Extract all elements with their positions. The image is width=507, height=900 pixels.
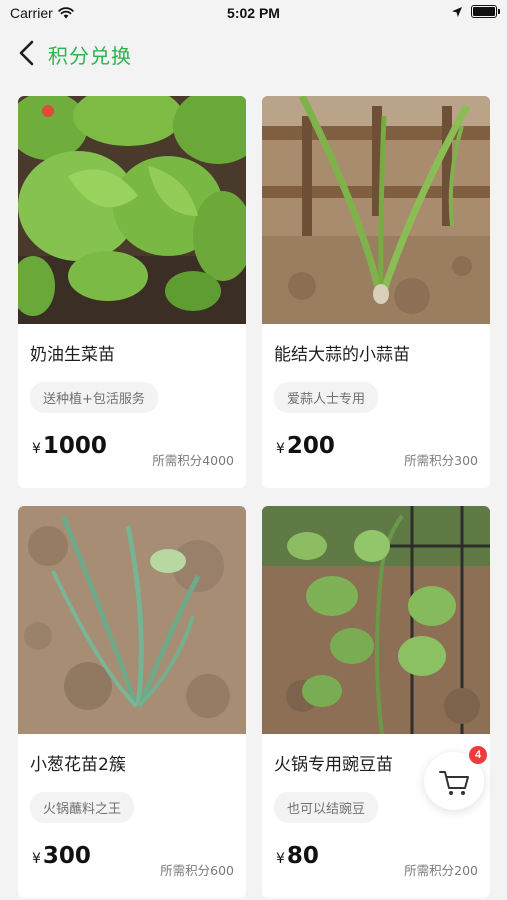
product-price: ¥1000 — [32, 433, 107, 459]
status-bar: Carrier 5:02 PM — [0, 0, 507, 28]
cart-badge: 4 — [469, 746, 487, 764]
product-name: 火锅专用豌豆苗 — [274, 755, 393, 775]
product-price: ¥80 — [276, 843, 319, 869]
product-name: 奶油生菜苗 — [30, 345, 115, 365]
price-amount: 300 — [42, 843, 91, 869]
garlic-seedling-image — [262, 96, 490, 324]
currency-symbol: ¥ — [32, 441, 41, 457]
product-tag: 爱蒜人士专用 — [274, 382, 379, 413]
points-required: 所需积分200 — [404, 863, 478, 878]
price-amount: 200 — [286, 433, 335, 459]
points-required: 所需积分4000 — [152, 453, 234, 468]
product-price: ¥200 — [276, 433, 335, 459]
pea-seedling-image — [262, 506, 490, 734]
currency-symbol: ¥ — [32, 851, 41, 867]
chevron-left-icon — [19, 40, 34, 66]
product-name: 小葱花苗2簇 — [30, 755, 126, 775]
battery-icon — [471, 5, 500, 18]
nav-bar: 积分兑换 — [0, 30, 507, 76]
product-tag: 也可以结豌豆 — [274, 792, 379, 823]
currency-symbol: ¥ — [276, 851, 285, 867]
battery-fill — [473, 7, 495, 16]
cart-button[interactable]: 4 — [424, 746, 487, 810]
green-onion-seedling-image — [18, 506, 246, 734]
product-tag: 火锅蘸料之王 — [30, 792, 135, 823]
product-card[interactable]: 奶油生菜苗 送种植+包活服务 ¥1000 所需积分4000 — [18, 96, 246, 488]
product-tag: 送种植+包活服务 — [30, 382, 158, 413]
currency-symbol: ¥ — [276, 441, 285, 457]
status-time: 5:02 PM — [227, 5, 280, 21]
back-button[interactable] — [10, 36, 44, 70]
product-card[interactable]: 能结大蒜的小蒜苗 爱蒜人士专用 ¥200 所需积分300 — [262, 96, 490, 488]
points-required: 所需积分300 — [404, 453, 478, 468]
page-title: 积分兑换 — [48, 44, 132, 68]
product-card[interactable]: 火锅专用豌豆苗 也可以结豌豆 ¥80 所需积分200 — [262, 506, 490, 898]
status-right — [451, 5, 500, 18]
product-card[interactable]: 小葱花苗2簇 火锅蘸料之王 ¥300 所需积分600 — [18, 506, 246, 898]
price-amount: 80 — [286, 843, 319, 869]
price-amount: 1000 — [42, 433, 107, 459]
product-price: ¥300 — [32, 843, 91, 869]
points-required: 所需积分600 — [160, 863, 234, 878]
lettuce-seedling-image — [18, 96, 246, 324]
product-name: 能结大蒜的小蒜苗 — [274, 345, 410, 365]
location-arrow-icon — [452, 6, 462, 17]
